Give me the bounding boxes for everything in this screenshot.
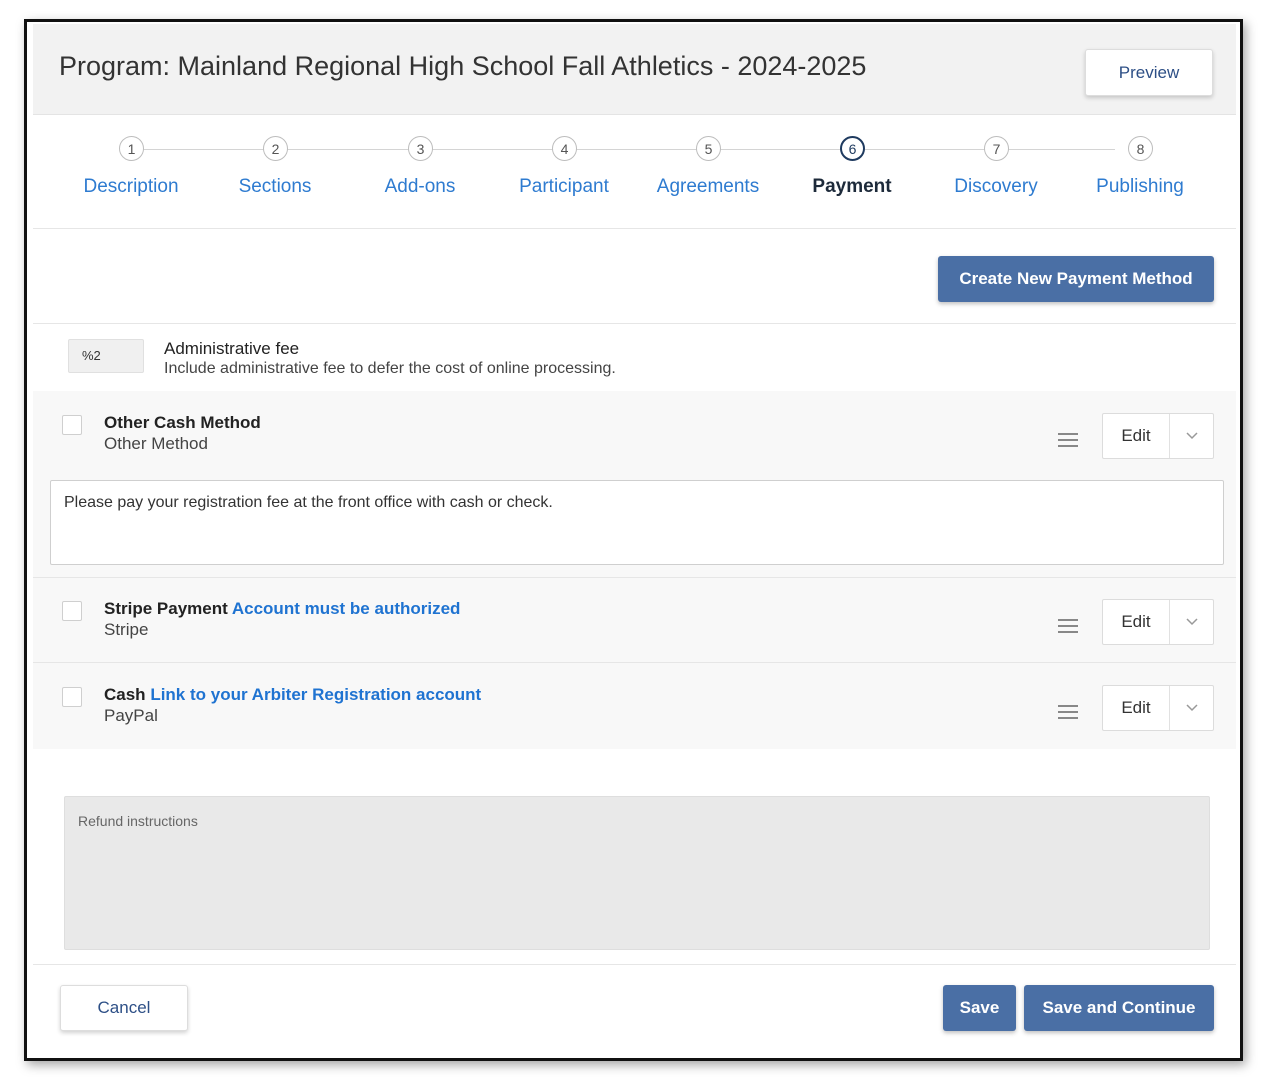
save-and-continue-button[interactable]: Save and Continue bbox=[1024, 985, 1214, 1031]
method-edit-group: Edit bbox=[1102, 685, 1214, 731]
admin-fee-description: Include administrative fee to defer the … bbox=[164, 360, 616, 377]
step-number: 4 bbox=[552, 136, 577, 161]
method-edit-group: Edit bbox=[1102, 599, 1214, 645]
step-label: Payment bbox=[812, 176, 892, 197]
drag-handle-icon[interactable] bbox=[1058, 705, 1078, 719]
step-number: 3 bbox=[408, 136, 433, 161]
admin-fee-title: Administrative fee bbox=[164, 339, 300, 358]
step-number: 7 bbox=[984, 136, 1009, 161]
edit-button[interactable]: Edit bbox=[1103, 414, 1170, 458]
step-add-ons[interactable]: 3 Add-ons bbox=[348, 115, 492, 229]
method-edit-group: Edit bbox=[1102, 413, 1214, 459]
drag-handle-icon[interactable] bbox=[1058, 433, 1078, 447]
step-discovery[interactable]: 7 Discovery bbox=[924, 115, 1068, 229]
method-title: Cash Link to your Arbiter Registration a… bbox=[104, 685, 481, 705]
step-label: Add-ons bbox=[384, 176, 456, 197]
wizard-stepper: 1 Description 2 Sections 3 Add-ons 4 Par… bbox=[33, 115, 1236, 229]
step-publishing[interactable]: 8 Publishing bbox=[1068, 115, 1212, 229]
step-label: Discovery bbox=[954, 176, 1038, 197]
step-label: Agreements bbox=[656, 176, 760, 197]
method-title: Other Cash Method bbox=[104, 413, 261, 433]
step-agreements[interactable]: 5 Agreements bbox=[636, 115, 780, 229]
step-participant[interactable]: 4 Participant bbox=[492, 115, 636, 229]
header-bar: Program: Mainland Regional High School F… bbox=[33, 24, 1236, 115]
arbiter-account-link[interactable]: Link to your Arbiter Registration accoun… bbox=[150, 685, 481, 704]
method-type: PayPal bbox=[104, 706, 158, 725]
chevron-down-icon[interactable] bbox=[1170, 686, 1213, 730]
create-payment-method-button[interactable]: Create New Payment Method bbox=[938, 256, 1214, 302]
cancel-button[interactable]: Cancel bbox=[60, 985, 188, 1031]
step-number: 5 bbox=[696, 136, 721, 161]
chevron-down-icon[interactable] bbox=[1170, 600, 1213, 644]
divider bbox=[33, 323, 1236, 324]
method-type: Other Method bbox=[104, 434, 208, 453]
payment-method-row bbox=[33, 663, 1236, 749]
save-button[interactable]: Save bbox=[943, 985, 1016, 1031]
step-label: Description bbox=[83, 176, 179, 197]
method-title: Stripe Payment Account must be authorize… bbox=[104, 599, 460, 619]
step-payment[interactable]: 6 Payment bbox=[780, 115, 924, 229]
method-name: Other Cash Method bbox=[104, 413, 261, 432]
admin-fee-input[interactable]: %2 bbox=[68, 339, 144, 373]
footer-divider bbox=[33, 964, 1236, 965]
edit-button[interactable]: Edit bbox=[1103, 686, 1170, 730]
program-wizard-window: Program: Mainland Regional High School F… bbox=[24, 19, 1243, 1061]
step-number: 8 bbox=[1128, 136, 1153, 161]
refund-instructions-field[interactable]: Refund instructions bbox=[64, 796, 1210, 950]
step-number: 6 bbox=[840, 136, 865, 161]
step-number: 1 bbox=[119, 136, 144, 161]
payment-method-row bbox=[33, 578, 1236, 662]
step-sections[interactable]: 2 Sections bbox=[203, 115, 347, 229]
chevron-down-icon[interactable] bbox=[1170, 414, 1213, 458]
page-title: Program: Mainland Regional High School F… bbox=[59, 51, 867, 81]
drag-handle-icon[interactable] bbox=[1058, 619, 1078, 633]
preview-button[interactable]: Preview bbox=[1085, 49, 1213, 96]
authorize-account-link[interactable]: Account must be authorized bbox=[232, 599, 461, 618]
step-label: Sections bbox=[238, 176, 312, 197]
method-name: Cash bbox=[104, 685, 146, 704]
method-type: Stripe bbox=[104, 620, 149, 639]
method-checkbox[interactable] bbox=[62, 601, 82, 621]
payment-instructions-field[interactable]: Please pay your registration fee at the … bbox=[50, 480, 1224, 565]
method-checkbox[interactable] bbox=[62, 415, 82, 435]
step-number: 2 bbox=[263, 136, 288, 161]
edit-button[interactable]: Edit bbox=[1103, 600, 1170, 644]
method-checkbox[interactable] bbox=[62, 687, 82, 707]
step-label: Participant bbox=[519, 176, 609, 197]
method-name: Stripe Payment bbox=[104, 599, 228, 618]
wizard-content: Program: Mainland Regional High School F… bbox=[33, 24, 1236, 1054]
step-description[interactable]: 1 Description bbox=[59, 115, 203, 229]
step-label: Publishing bbox=[1096, 176, 1184, 197]
